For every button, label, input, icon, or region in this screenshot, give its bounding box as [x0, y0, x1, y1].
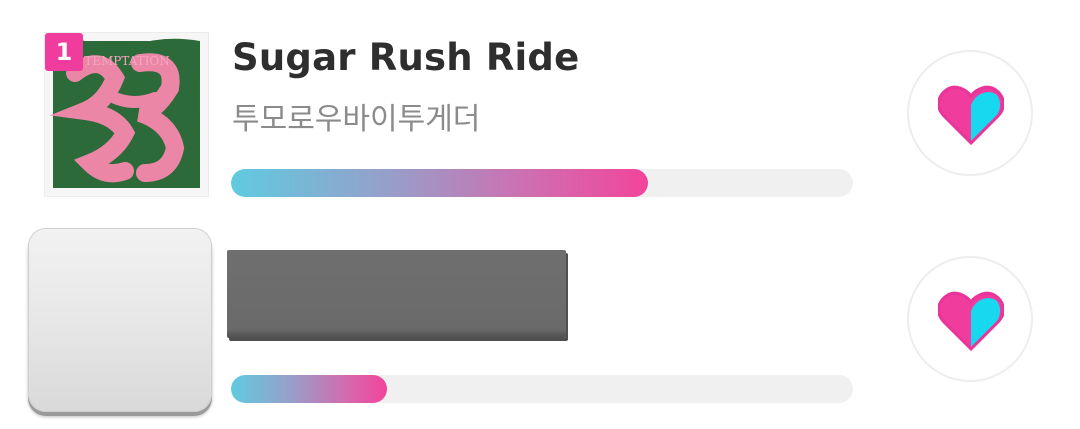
heart-icon: [938, 291, 1004, 351]
album-art-text: TEMPTATION: [84, 54, 170, 68]
song-title[interactable]: Sugar Rush Ride: [232, 36, 579, 79]
popularity-bar-fill: [231, 169, 648, 197]
title-placeholder: [227, 250, 566, 338]
chart-row-2[interactable]: [0, 215, 1080, 429]
like-button[interactable]: [907, 256, 1033, 382]
popularity-bar: [231, 169, 853, 197]
popularity-bar: [231, 375, 853, 403]
rank-badge: 1: [45, 33, 83, 71]
chart-row-1[interactable]: TEMPTATION 1 Sugar Rush Ride 투모로우바이투게더: [0, 0, 1080, 215]
album-cover-placeholder: [28, 228, 212, 412]
popularity-bar-fill: [231, 375, 387, 403]
artist-name[interactable]: 투모로우바이투게더: [232, 94, 480, 138]
heart-icon: [938, 85, 1004, 145]
like-button[interactable]: [907, 50, 1033, 176]
